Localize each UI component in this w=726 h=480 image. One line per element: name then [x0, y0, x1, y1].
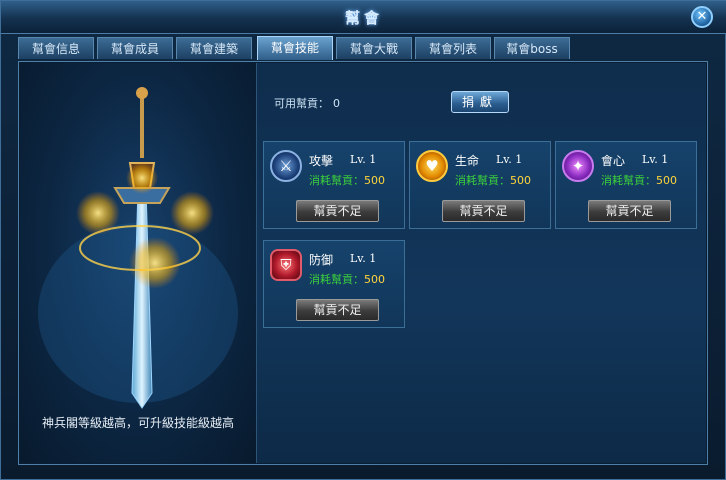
heart-icon: ♥	[416, 150, 448, 182]
skill-card-attack: ⚔ 攻擊 Lv. 1 消耗幫貢：500 幫貢不足	[263, 141, 405, 229]
tab-guild-building[interactable]: 幫會建築	[176, 37, 252, 59]
skill-name: 生命	[455, 154, 480, 168]
blade-icon: ✦	[562, 150, 594, 182]
skill-cost-label: 消耗幫貢：	[309, 273, 364, 286]
tab-guild-list[interactable]: 幫會列表	[415, 37, 491, 59]
shield-icon: ⛨	[270, 249, 302, 281]
skill-cost-value: 500	[364, 273, 385, 286]
skill-level: Lv. 1	[350, 153, 377, 166]
skill-cost-label: 消耗幫貢：	[455, 174, 510, 187]
upgrade-button-defense[interactable]: 幫貢不足	[296, 299, 379, 321]
skill-cost: 消耗幫貢：500	[309, 271, 385, 287]
tab-guild-boss[interactable]: 幫會boss	[494, 37, 570, 59]
weapon-showcase	[20, 63, 257, 463]
available-points-label: 可用幫貢：	[274, 97, 329, 110]
skill-card-critical: ✦ 會心 Lv. 1 消耗幫貢：500 幫貢不足	[555, 141, 697, 229]
skill-cost-value: 500	[656, 174, 677, 187]
upgrade-button-critical[interactable]: 幫貢不足	[588, 200, 671, 222]
skill-level: Lv. 1	[642, 153, 669, 166]
available-points: 可用幫貢： 0	[274, 95, 340, 111]
skill-cost: 消耗幫貢：500	[455, 172, 531, 188]
skill-level: Lv. 1	[496, 153, 523, 166]
weapon-caption: 神兵閣等級越高，可升級技能級越高	[41, 416, 234, 430]
skill-level: Lv. 1	[350, 252, 377, 265]
skill-card-defense: ⛨ 防御 Lv. 1 消耗幫貢：500 幫貢不足	[263, 240, 405, 328]
available-points-value: 0	[333, 97, 340, 110]
title-bar[interactable]: 幫會	[1, 1, 726, 34]
skill-name: 防御	[309, 253, 334, 267]
skill-card-health: ♥ 生命 Lv. 1 消耗幫貢：500 幫貢不足	[409, 141, 551, 229]
upgrade-button-health[interactable]: 幫貢不足	[442, 200, 525, 222]
tab-guild-skills[interactable]: 幫會技能	[257, 36, 333, 60]
divine-sword-illustration	[38, 87, 238, 409]
tab-guild-members[interactable]: 幫會成員	[97, 37, 173, 59]
tab-guild-war[interactable]: 幫會大戰	[336, 37, 412, 59]
window-title: 幫會	[344, 9, 383, 27]
skill-cost-label: 消耗幫貢：	[309, 174, 364, 187]
skill-cost-value: 500	[510, 174, 531, 187]
skill-name: 攻擊	[309, 154, 334, 168]
skill-name: 會心	[601, 154, 626, 168]
upgrade-button-attack[interactable]: 幫貢不足	[296, 200, 379, 222]
sword-icon: ⚔	[270, 150, 302, 182]
donate-button[interactable]: 捐獻	[451, 91, 509, 113]
skill-cost-label: 消耗幫貢：	[601, 174, 656, 187]
skill-cost-value: 500	[364, 174, 385, 187]
skill-cost: 消耗幫貢：500	[601, 172, 677, 188]
skill-cost: 消耗幫貢：500	[309, 172, 385, 188]
tab-guild-info[interactable]: 幫會信息	[18, 37, 94, 59]
close-icon[interactable]: ✕	[691, 6, 713, 28]
